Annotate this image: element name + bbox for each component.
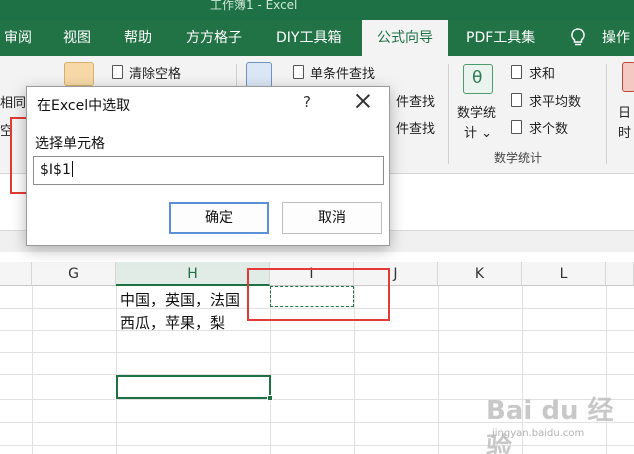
cell-reference-value: $I$1 [40, 162, 71, 178]
select-cell-dialog: 在Excel中选取 ? 选择单元格 $I$1 确定 取消 [26, 86, 390, 246]
fill-handle[interactable] [267, 395, 273, 401]
ok-button[interactable]: 确定 [169, 202, 269, 234]
tab-tell-me[interactable]: 操作 [602, 20, 634, 56]
group-label-math-stats: 数学统计 [494, 151, 543, 165]
tab-fangfang[interactable]: 方方格子 [186, 20, 252, 56]
math-stats-dropdown-label[interactable]: 计 ⌄ [464, 122, 492, 141]
watermark-url: jingyan.baidu.com [492, 428, 585, 439]
document-icon [112, 65, 123, 79]
text-format-icon[interactable] [64, 62, 94, 86]
ribbon-cut-label-1: 相同 [0, 96, 27, 111]
lightbulb-icon[interactable] [570, 28, 586, 48]
cell-reference-input[interactable]: $I$1 [33, 156, 384, 185]
annotation-box-cell-i1 [247, 268, 390, 321]
column-header-next[interactable] [606, 262, 634, 286]
dialog-title: 在Excel中选取 [37, 98, 131, 114]
select-all-corner[interactable] [0, 262, 32, 286]
range-find-button[interactable]: 件查找 [396, 118, 435, 137]
text-caret [71, 161, 73, 177]
calendar-icon[interactable] [622, 62, 634, 92]
tab-review[interactable]: 审阅 [4, 20, 40, 56]
tab-formula-wizard[interactable]: 公式向导 [362, 20, 448, 56]
date-time-label-2[interactable]: 时 [618, 122, 631, 141]
math-stats-button-label[interactable]: 数学统 [457, 102, 496, 121]
baidu-watermark: Bai du 经验 jingyan.baidu.com [486, 390, 626, 454]
ribbon-separator [448, 64, 449, 164]
cell-h1[interactable]: 中国，英国，法国 [120, 289, 240, 310]
document-icon [511, 93, 522, 107]
help-icon[interactable]: ? [303, 93, 311, 111]
document-icon [293, 65, 304, 79]
cell-h2[interactable]: 西瓜，苹果，梨 [120, 312, 225, 333]
close-icon[interactable] [353, 91, 373, 111]
date-time-label-1[interactable]: 日 [618, 102, 631, 121]
clear-spaces-button[interactable]: 清除空格 [129, 63, 181, 82]
count-button[interactable]: 求个数 [529, 118, 568, 137]
title-bar: 工作簿1 - Excel [0, 0, 634, 20]
single-condition-find-button[interactable]: 单条件查找 [310, 63, 375, 82]
ribbon-separator [606, 64, 607, 164]
search-icon[interactable] [246, 62, 272, 88]
tab-help[interactable]: 帮助 [124, 20, 160, 56]
document-icon [511, 65, 522, 79]
tab-pdf-tools[interactable]: PDF工具集 [466, 20, 546, 56]
sum-button[interactable]: 求和 [529, 63, 555, 82]
average-button[interactable]: 求平均数 [529, 91, 581, 110]
window-title: 工作簿1 - Excel [210, 0, 298, 12]
column-header-g[interactable]: G [32, 262, 116, 286]
column-header-k[interactable]: K [438, 262, 522, 286]
watermark-brand: Bai du 经验 [486, 396, 614, 454]
column-header-l[interactable]: L [522, 262, 606, 286]
tab-view[interactable]: 视图 [63, 20, 99, 56]
ribbon-tab-bar: 审阅 视图 帮助 方方格子 DIY工具箱 公式向导 PDF工具集 操作 [0, 20, 634, 56]
cancel-button[interactable]: 取消 [282, 202, 382, 234]
select-cell-label: 选择单元格 [35, 136, 105, 152]
theta-math-icon[interactable]: θ [463, 64, 493, 94]
document-icon [511, 120, 522, 134]
multi-condition-find-button[interactable]: 件查找 [396, 91, 435, 110]
active-cell-selection[interactable] [116, 375, 273, 401]
tab-diy-toolbox[interactable]: DIY工具箱 [276, 20, 350, 56]
